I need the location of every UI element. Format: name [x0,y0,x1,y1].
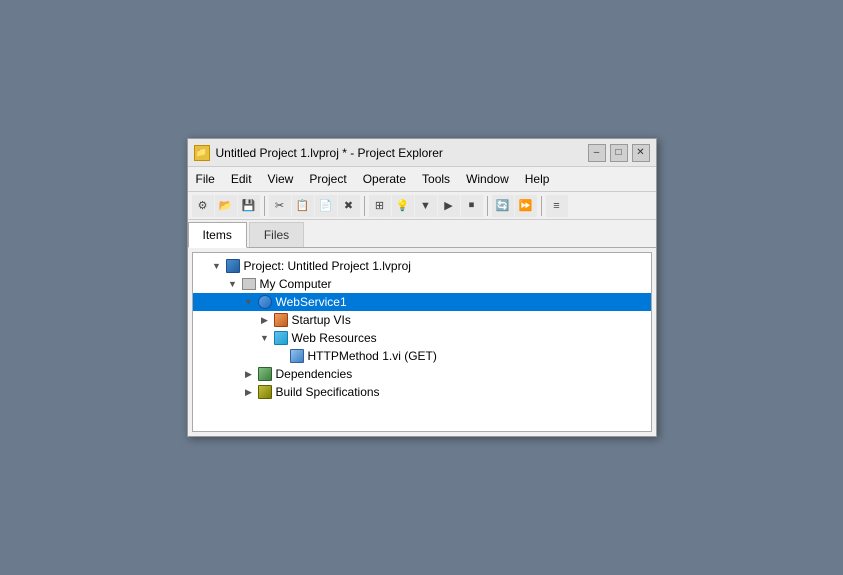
toolbar-btn-delete[interactable]: ✖ [338,195,360,217]
tree-panel: ▼ Project: Untitled Project 1.lvproj ▼ M… [192,252,652,432]
expander-startup[interactable]: ▶ [257,312,273,328]
menu-file[interactable]: File [188,169,223,189]
project-explorer-window: 📁 Untitled Project 1.lvproj * - Project … [187,138,657,437]
tree-item-build-specs[interactable]: ▶ Build Specifications [193,383,651,401]
icon-computer [241,276,257,292]
menu-view[interactable]: View [260,169,302,189]
toolbar-sep-3 [487,196,488,216]
icon-webres [273,330,289,346]
toolbar-btn-save[interactable]: 💾 [238,195,260,217]
menu-edit[interactable]: Edit [223,169,260,189]
label-project: Project: Untitled Project 1.lvproj [244,259,411,273]
toolbar-sep-2 [364,196,365,216]
toolbar-btn-extra[interactable]: ≡ [546,195,568,217]
tree-item-webservice1[interactable]: ▼ WebService1 [193,293,651,311]
tree-item-startup-vis[interactable]: ▶ Startup VIs [193,311,651,329]
expander-mycomputer[interactable]: ▼ [225,276,241,292]
title-bar-left: 📁 Untitled Project 1.lvproj * - Project … [194,145,443,161]
toolbar-btn-add[interactable]: ⊞ [369,195,391,217]
label-startup-vis: Startup VIs [292,313,351,327]
tree-item-dependencies[interactable]: ▶ Dependencies [193,365,651,383]
label-webservice1: WebService1 [276,295,347,309]
menu-tools[interactable]: Tools [414,169,458,189]
label-mycomputer: My Computer [260,277,332,291]
expander-webservice1[interactable]: ▼ [241,294,257,310]
minimize-button[interactable]: – [588,144,606,162]
toolbar-btn-paste[interactable]: 📄 [315,195,337,217]
toolbar-btn-run[interactable]: ▶ [438,195,460,217]
tree-item-project[interactable]: ▼ Project: Untitled Project 1.lvproj [193,257,651,275]
icon-build [257,384,273,400]
toolbar-btn-dropdown[interactable]: ▼ [415,195,437,217]
tab-items[interactable]: Items [188,222,247,248]
toolbar-btn-open[interactable]: 📂 [215,195,237,217]
toolbar-sep-1 [264,196,265,216]
icon-deps [257,366,273,382]
title-controls: – □ ✕ [588,144,650,162]
icon-startup [273,312,289,328]
window-title: Untitled Project 1.lvproj * - Project Ex… [216,146,443,160]
icon-httpmethod [289,348,305,364]
tree-item-httpmethod[interactable]: ▶ HTTPMethod 1.vi (GET) [193,347,651,365]
label-web-resources: Web Resources [292,331,377,345]
maximize-button[interactable]: □ [610,144,628,162]
close-button[interactable]: ✕ [632,144,650,162]
menu-bar: File Edit View Project Operate Tools Win… [188,167,656,192]
toolbar-btn-stop[interactable]: ⏹ [461,195,483,217]
toolbar-btn-cut[interactable]: ✂ [269,195,291,217]
toolbar-btn-refresh[interactable]: 🔄 [492,195,514,217]
toolbar-btn-next[interactable]: ⏩ [515,195,537,217]
toolbar-sep-4 [541,196,542,216]
expander-deps[interactable]: ▶ [241,366,257,382]
tree-item-web-resources[interactable]: ▼ Web Resources [193,329,651,347]
expander-project[interactable]: ▼ [209,258,225,274]
tab-files[interactable]: Files [249,222,304,247]
toolbar-btn-copy[interactable]: 📋 [292,195,314,217]
tree-item-mycomputer[interactable]: ▼ My Computer [193,275,651,293]
label-dependencies: Dependencies [276,367,353,381]
menu-window[interactable]: Window [458,169,517,189]
expander-build[interactable]: ▶ [241,384,257,400]
icon-webservice [257,294,273,310]
tab-bar: Items Files [188,220,656,248]
title-bar: 📁 Untitled Project 1.lvproj * - Project … [188,139,656,167]
toolbar-btn-info[interactable]: 💡 [392,195,414,217]
toolbar: ⚙ 📂 💾 ✂ 📋 📄 ✖ ⊞ 💡 ▼ ▶ ⏹ 🔄 ⏩ ≡ [188,192,656,220]
label-httpmethod: HTTPMethod 1.vi (GET) [308,349,437,363]
toolbar-btn-settings[interactable]: ⚙ [192,195,214,217]
menu-operate[interactable]: Operate [355,169,414,189]
window-icon: 📁 [194,145,210,161]
menu-project[interactable]: Project [301,169,354,189]
label-build-specs: Build Specifications [276,385,380,399]
icon-project [225,258,241,274]
menu-help[interactable]: Help [517,169,558,189]
expander-webres[interactable]: ▼ [257,330,273,346]
